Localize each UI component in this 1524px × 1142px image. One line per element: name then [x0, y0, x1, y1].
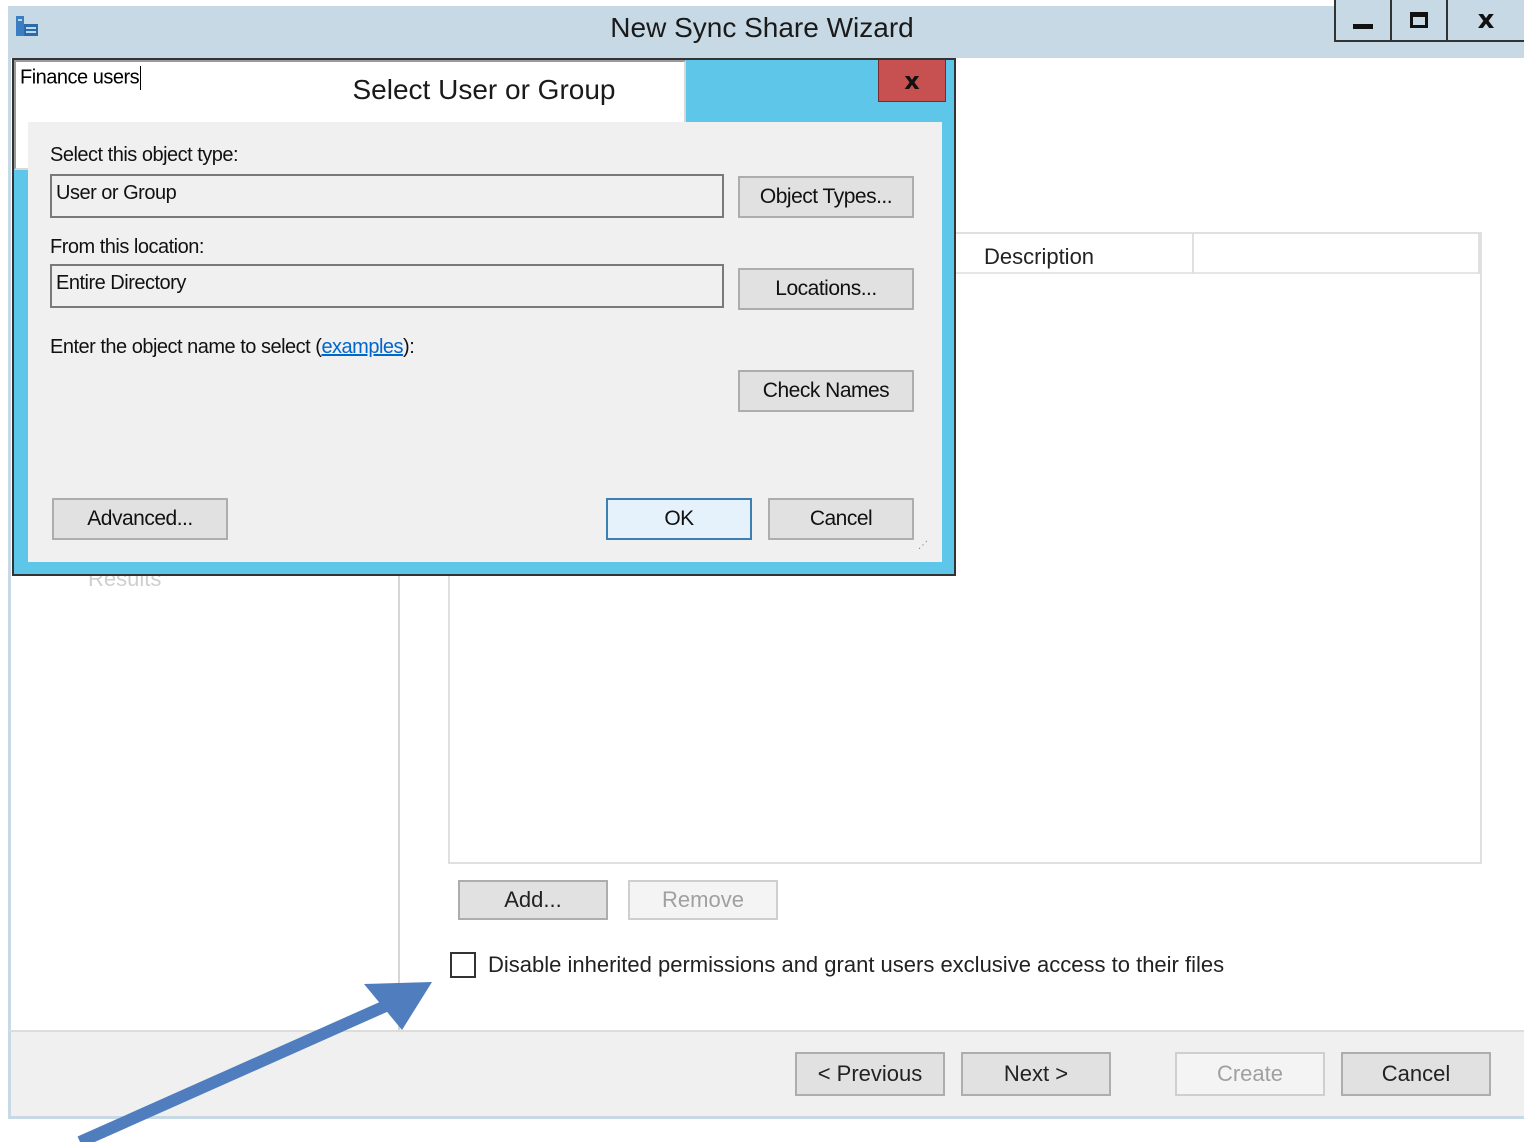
annotation-arrow-icon	[77, 982, 432, 1142]
